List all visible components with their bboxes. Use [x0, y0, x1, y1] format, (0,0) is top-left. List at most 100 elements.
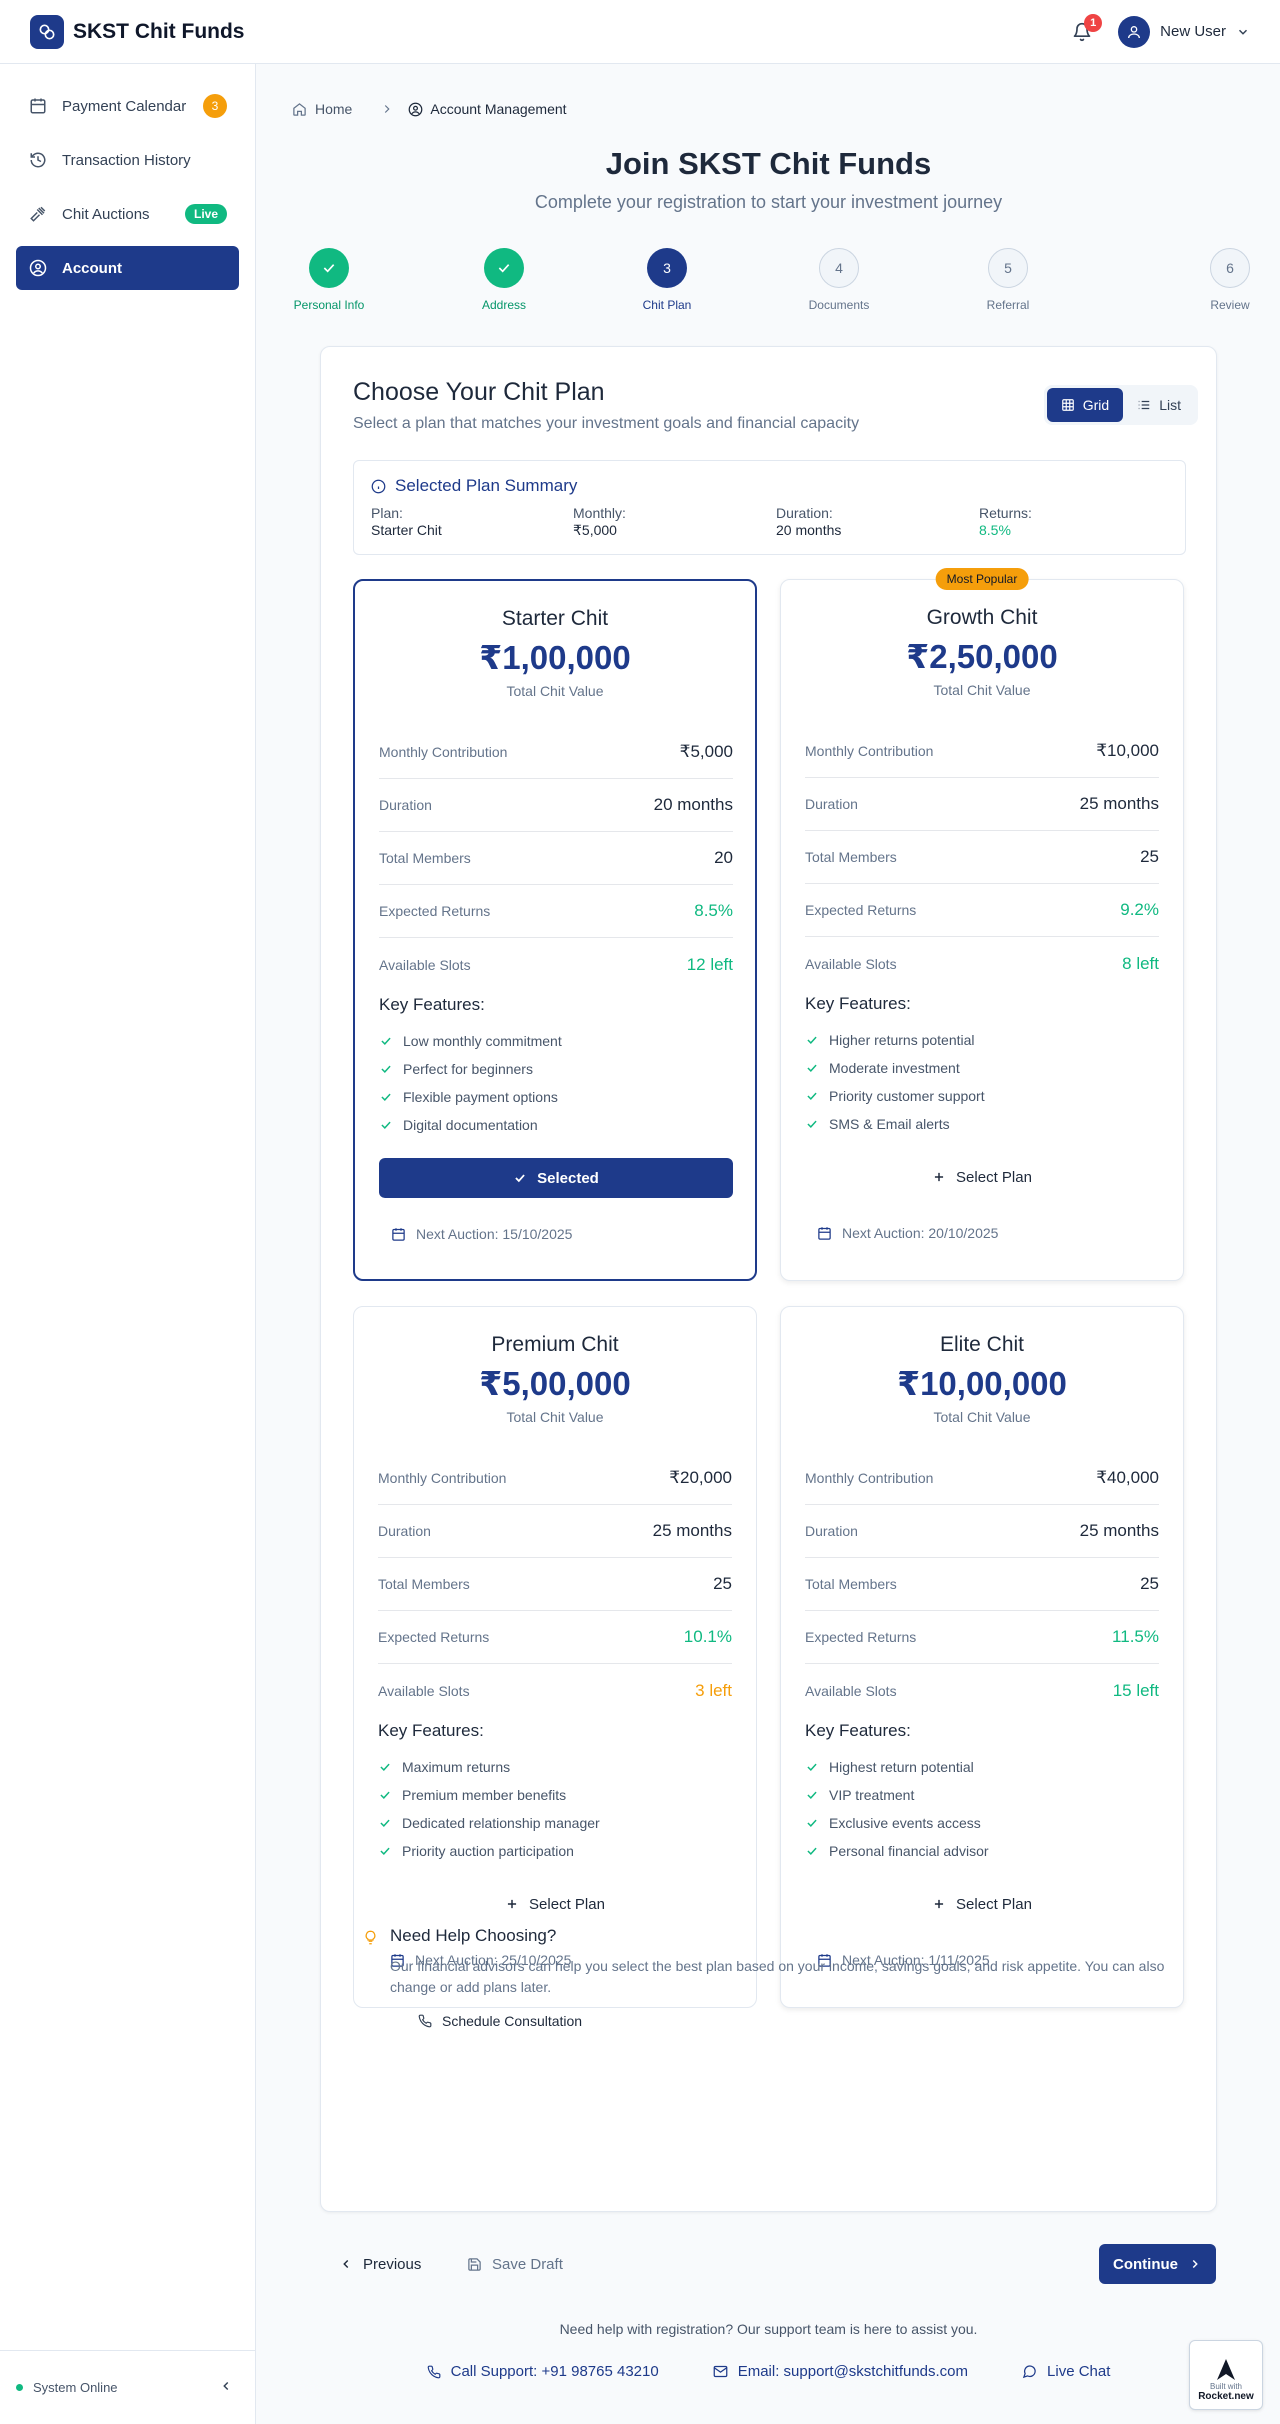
- link-label: Live Chat: [1047, 2363, 1111, 2380]
- link-label: Call Support: +91 98765 43210: [450, 2363, 659, 2380]
- step-chit-plan[interactable]: 3 Chit Plan: [622, 248, 712, 312]
- detail-value: 11.5%: [1112, 1627, 1159, 1646]
- detail-row: Expected Returns 8.5%: [379, 885, 733, 938]
- sidebar-item-label: Chit Auctions: [62, 205, 150, 223]
- status-dot: [16, 2384, 23, 2391]
- previous-button[interactable]: Previous: [327, 2246, 433, 2282]
- sidebar-footer: System Online: [0, 2350, 255, 2424]
- step-label: Documents: [808, 298, 870, 312]
- sidebar-item-account[interactable]: Account: [16, 246, 239, 290]
- feature-text: Priority auction participation: [402, 1843, 574, 1859]
- rocket-badge[interactable]: Built with Rocket.new: [1189, 2340, 1263, 2410]
- step-documents[interactable]: 4 Documents: [794, 248, 884, 312]
- support-text: Need help with registration? Our support…: [559, 2321, 978, 2337]
- plan-total-value-label: Total Chit Value: [933, 1409, 1031, 1425]
- detail-value: 8.5%: [694, 901, 733, 920]
- save-draft-button[interactable]: Save Draft: [467, 2246, 563, 2282]
- feature-item: Flexible payment options: [379, 1083, 733, 1111]
- summary-label: Returns:: [979, 505, 1032, 521]
- sidebar-item-label: Transaction History: [62, 151, 191, 169]
- detail-label: Available Slots: [805, 1682, 897, 1699]
- plus-icon: [507, 1899, 517, 1909]
- check-icon: [807, 1791, 817, 1799]
- select-plan-button[interactable]: Select Plan: [805, 1884, 1159, 1924]
- next-auction: Next Auction: 15/10/2025: [391, 1226, 572, 1242]
- detail-value: 25: [1140, 847, 1159, 866]
- detail-value: 25 months: [1079, 1521, 1159, 1540]
- check-icon: [380, 1763, 390, 1771]
- plan-card-premium[interactable]: Premium Chit ₹5,00,000 Total Chit Value Mon…: [353, 1306, 757, 2008]
- detail-label: Monthly Contribution: [805, 743, 934, 759]
- detail-value: 20 months: [653, 795, 733, 814]
- view-toggle: Grid List: [1043, 385, 1198, 425]
- selected-button[interactable]: Selected: [379, 1158, 733, 1198]
- plus-icon: [934, 1899, 944, 1909]
- user-menu[interactable]: New User: [1118, 15, 1250, 48]
- summary-title: Selected Plan Summary: [395, 476, 578, 495]
- step-personal-info[interactable]: Personal Info: [284, 248, 374, 312]
- step-review[interactable]: 6 Review: [1185, 248, 1275, 312]
- sidebar-item-payment-calendar[interactable]: Payment Calendar 3: [16, 84, 239, 128]
- grid-icon: [1061, 399, 1074, 411]
- chat-icon: [1022, 2365, 1036, 2379]
- live-badge: Live: [184, 204, 227, 224]
- grid-view-button[interactable]: Grid: [1046, 388, 1124, 422]
- plan-total-value-label: Total Chit Value: [933, 682, 1031, 698]
- top-header: SKST Chit Funds 1 New User: [0, 0, 1280, 64]
- plan-card-growth[interactable]: Most Popular Growth Chit ₹2,50,000 Total Ch…: [780, 568, 1184, 1281]
- email-support-link[interactable]: Email: support@skstchitfunds.com: [713, 2363, 968, 2380]
- info-icon: [371, 479, 386, 493]
- button-label: Select Plan: [529, 1895, 605, 1913]
- check-icon: [381, 1093, 391, 1101]
- breadcrumb-home[interactable]: Home: [315, 101, 352, 117]
- next-auction-text: Next Auction: 15/10/2025: [416, 1226, 573, 1242]
- step-referral[interactable]: 5 Referral: [963, 248, 1053, 312]
- next-auction: Next Auction: 20/10/2025: [817, 1225, 998, 1241]
- call-support-link[interactable]: Call Support: +91 98765 43210: [427, 2363, 659, 2380]
- gavel-icon: [28, 204, 48, 224]
- plan-card-elite[interactable]: Elite Chit ₹10,00,000 Total Chit Value Mont…: [780, 1306, 1184, 2008]
- step-number: 4: [819, 248, 859, 288]
- main-content: Home Account Management Join SKST Chit F…: [257, 64, 1280, 2424]
- detail-value: 15 left: [1112, 1680, 1159, 1700]
- feature-item: Premium member benefits: [378, 1781, 732, 1809]
- key-features-list: Higher returns potential Moderate investm…: [805, 1026, 1159, 1138]
- key-features-title: Key Features:: [805, 994, 911, 1013]
- home-icon: [293, 102, 306, 116]
- list-view-button[interactable]: List: [1123, 388, 1195, 422]
- summary-value: 20 months: [776, 522, 842, 538]
- key-features-title: Key Features:: [805, 1721, 911, 1740]
- step-label: Referral: [986, 298, 1030, 312]
- continue-button[interactable]: Continue: [1099, 2244, 1216, 2284]
- detail-label: Expected Returns: [378, 1629, 490, 1645]
- detail-row: Monthly Contribution ₹10,000: [805, 725, 1159, 778]
- select-plan-button[interactable]: Select Plan: [378, 1884, 732, 1924]
- selected-plan-summary: Selected Plan Summary Plan: Starter Chit…: [353, 460, 1186, 555]
- detail-label: Available Slots: [805, 955, 897, 972]
- detail-row: Monthly Contribution ₹20,000: [378, 1452, 732, 1505]
- sidebar-item-transaction-history[interactable]: Transaction History: [16, 138, 239, 182]
- logo-icon[interactable]: [30, 14, 64, 49]
- plan-details: Monthly Contribution ₹5,000 Duration 20 mon…: [379, 726, 733, 991]
- lightbulb-icon: [365, 1930, 376, 1945]
- select-plan-button[interactable]: Select Plan: [805, 1157, 1159, 1197]
- detail-row: Monthly Contribution ₹40,000: [805, 1452, 1159, 1505]
- brand-name[interactable]: SKST Chit Funds: [73, 20, 245, 44]
- detail-row: Duration 25 months: [378, 1505, 732, 1558]
- summary-label: Duration:: [776, 505, 833, 521]
- plan-card-starter[interactable]: Starter Chit ₹1,00,000 Total Chit Value Mon…: [353, 579, 757, 1281]
- detail-label: Available Slots: [378, 1682, 470, 1699]
- step-label: Address: [481, 298, 527, 312]
- chit-plan-panel: Choose Your Chit Plan Select a plan that…: [320, 346, 1217, 2212]
- detail-row: Total Members 25: [378, 1558, 732, 1611]
- plus-icon: [934, 1172, 944, 1182]
- live-chat-link[interactable]: Live Chat: [1022, 2363, 1110, 2380]
- collapse-sidebar-button[interactable]: [219, 2379, 233, 2396]
- calendar-icon: [28, 96, 48, 116]
- schedule-consultation-button[interactable]: Schedule Consultation: [418, 2013, 582, 2029]
- step-label: Review: [1210, 298, 1250, 312]
- step-address[interactable]: Address: [459, 248, 549, 312]
- notifications-button[interactable]: 1: [1062, 12, 1103, 52]
- sidebar-item-chit-auctions[interactable]: Chit Auctions Live: [16, 192, 239, 236]
- mail-icon: [713, 2365, 728, 2378]
